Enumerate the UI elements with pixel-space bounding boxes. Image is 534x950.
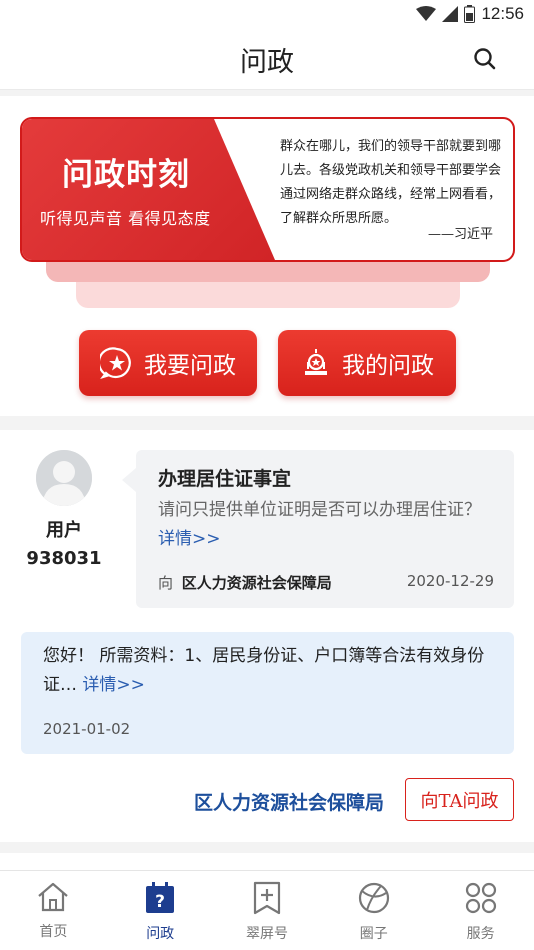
signal-icon (442, 6, 459, 22)
search-icon (474, 48, 496, 70)
police-badge-icon (305, 349, 327, 375)
banner-card[interactable]: 问政时刻 听得见声音 看得见态度 群众在哪儿，我们的领导干部就要到哪儿去。各级党… (20, 117, 515, 262)
grid-clover-icon (465, 882, 496, 914)
bookmark-plus-icon (253, 881, 281, 915)
question-bubble[interactable]: 办理居住证事宜 请问只提供单位证明是否可以办理居住证？ 详情>> 向 区人力资源… (122, 450, 514, 608)
star-chat-icon (100, 347, 131, 380)
nav-item-home[interactable]: 首页 (0, 871, 107, 950)
nav-label-cuiping: 翠屏号 (245, 926, 288, 942)
user-id: 938031 (26, 548, 102, 569)
user-name: 用户 (46, 520, 82, 541)
question-detail-link[interactable]: 详情>> (158, 529, 221, 549)
circle-globe-icon (358, 882, 389, 914)
ask-question-button[interactable]: 我要问政 (79, 330, 257, 396)
question-date: 2020-12-29 (406, 572, 494, 590)
nav-label-circle: 圈子 (359, 926, 388, 942)
user-label: 用户 938031 (24, 517, 104, 573)
question-department: 区人力资源社会保障局 (181, 574, 332, 592)
nav-label-wenzheng: 问政 (146, 926, 175, 942)
department-link[interactable]: 区人力资源社会保障局 (194, 788, 384, 815)
ask-question-label: 我要问政 (144, 353, 236, 379)
nav-label-home: 首页 (39, 924, 68, 940)
ask-ta-button[interactable]: 向TA问政 (405, 778, 514, 821)
search-button[interactable] (472, 46, 498, 72)
question-text: 请问只提供单位证明是否可以办理居住证？ (158, 500, 481, 520)
app-header: 问政 (0, 28, 534, 90)
status-bar: 12:56 (0, 0, 534, 28)
reply-bubble[interactable]: 您好！ 所需资料：1、居民身份证、户口簿等合法有效身份证… 详情>> 2021-… (21, 632, 514, 754)
question-meta: 向 区人力资源社会保障局 2020-12-29 (158, 572, 494, 593)
banner-quote: 群众在哪儿，我们的领导干部就要到哪儿去。各级党政机关和领导干部要学会通过网络走群… (280, 139, 502, 226)
question-title: 办理居住证事宜 (158, 468, 292, 490)
nav-item-wenzheng[interactable]: ? 问政 (107, 871, 214, 950)
question-body: 请问只提供单位证明是否可以办理居住证？ 详情>> (158, 496, 494, 554)
nav-item-cuiping[interactable]: 翠屏号 (214, 871, 321, 950)
banner-author: ——习近平 (427, 227, 493, 242)
page-title: 问政 (240, 47, 294, 78)
my-questions-label: 我的问政 (342, 353, 434, 379)
reply-body: 您好！ 所需资料：1、居民身份证、户口簿等合法有效身份证… 详情>> (43, 642, 503, 700)
status-icons: 12:56 (416, 4, 524, 24)
nav-item-service[interactable]: 服务 (427, 871, 534, 950)
status-time: 12:56 (481, 4, 524, 23)
nav-label-service: 服务 (466, 926, 495, 942)
svg-text:?: ? (155, 892, 165, 912)
nav-item-circle[interactable]: 圈子 (320, 871, 427, 950)
bottom-nav: 首页 ? 问政 翠屏号 圈子 服务 (0, 870, 534, 950)
reply-detail-link[interactable]: 详情>> (82, 675, 145, 695)
home-icon (38, 882, 69, 912)
my-questions-button[interactable]: 我的问政 (278, 330, 456, 396)
question-calendar-icon: ? (146, 882, 175, 913)
avatar[interactable] (36, 450, 92, 506)
banner-slogan: 听得见声音 看得见态度 (40, 209, 211, 228)
battery-icon (464, 5, 476, 23)
user-silhouette-icon (36, 450, 92, 506)
wifi-icon (416, 6, 437, 21)
banner-title: 问政时刻 (62, 157, 190, 193)
to-label: 向 (158, 574, 174, 592)
reply-date: 2021-01-02 (43, 720, 131, 738)
